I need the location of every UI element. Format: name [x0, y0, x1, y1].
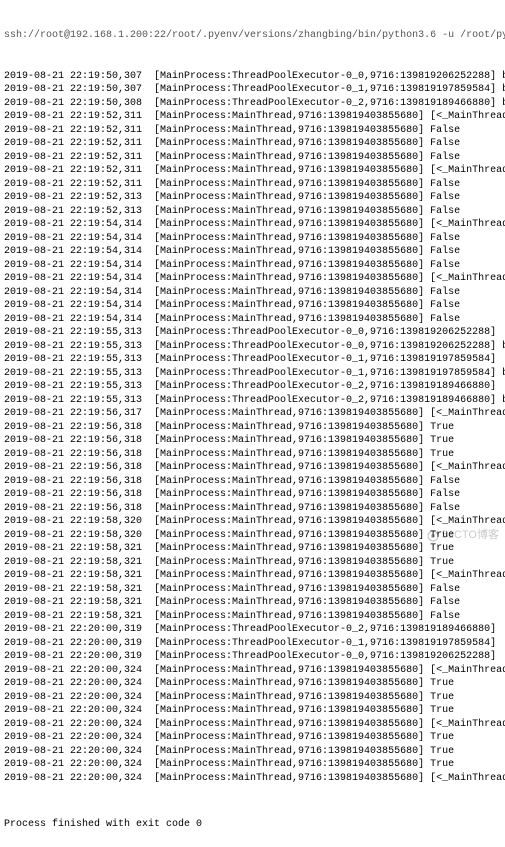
watermark-text: 51CTO博客: [442, 528, 499, 543]
log-line: 2019-08-21 22:19:55,313 [MainProcess:Thr…: [4, 353, 501, 367]
log-line: 2019-08-21 22:19:54,314 [MainProcess:Mai…: [4, 286, 501, 300]
console-output: ssh://root@192.168.1.200:22/root/.pyenv/…: [0, 0, 505, 847]
log-line: 2019-08-21 22:19:58,320 [MainProcess:Mai…: [4, 515, 501, 529]
log-line: 2019-08-21 22:19:54,314 [MainProcess:Mai…: [4, 218, 501, 232]
log-line: 2019-08-21 22:19:58,321 [MainProcess:Mai…: [4, 569, 501, 583]
log-line: 2019-08-21 22:19:58,321 [MainProcess:Mai…: [4, 583, 501, 597]
log-line: 2019-08-21 22:19:52,311 [MainProcess:Mai…: [4, 164, 501, 178]
log-line: 2019-08-21 22:19:55,313 [MainProcess:Thr…: [4, 380, 501, 394]
log-line: 2019-08-21 22:20:00,319 [MainProcess:Thr…: [4, 637, 501, 651]
log-line: 2019-08-21 22:20:00,319 [MainProcess:Thr…: [4, 650, 501, 664]
exit-message: Process finished with exit code 0: [4, 818, 501, 832]
watermark: 51CTO博客: [427, 528, 499, 543]
log-line: 2019-08-21 22:19:56,318 [MainProcess:Mai…: [4, 502, 501, 516]
log-line: 2019-08-21 22:19:55,313 [MainProcess:Thr…: [4, 326, 501, 340]
log-line: 2019-08-21 22:20:00,324 [MainProcess:Mai…: [4, 758, 501, 772]
log-line: 2019-08-21 22:20:00,324 [MainProcess:Mai…: [4, 704, 501, 718]
log-line: 2019-08-21 22:20:00,324 [MainProcess:Mai…: [4, 677, 501, 691]
log-line: 2019-08-21 22:19:56,318 [MainProcess:Mai…: [4, 488, 501, 502]
log-line: 2019-08-21 22:20:00,319 [MainProcess:Thr…: [4, 623, 501, 637]
log-line: 2019-08-21 22:20:00,324 [MainProcess:Mai…: [4, 772, 501, 786]
log-line: 2019-08-21 22:20:00,324 [MainProcess:Mai…: [4, 664, 501, 678]
log-line: 2019-08-21 22:19:50,307 [MainProcess:Thr…: [4, 70, 501, 84]
log-line: 2019-08-21 22:19:52,311 [MainProcess:Mai…: [4, 137, 501, 151]
log-line: 2019-08-21 22:19:54,314 [MainProcess:Mai…: [4, 299, 501, 313]
log-line: 2019-08-21 22:19:56,318 [MainProcess:Mai…: [4, 421, 501, 435]
log-line: 2019-08-21 22:19:52,311 [MainProcess:Mai…: [4, 124, 501, 138]
log-line: 2019-08-21 22:19:54,314 [MainProcess:Mai…: [4, 313, 501, 327]
log-line: 2019-08-21 22:19:54,314 [MainProcess:Mai…: [4, 245, 501, 259]
log-line: 2019-08-21 22:19:52,311 [MainProcess:Mai…: [4, 151, 501, 165]
log-line: 2019-08-21 22:19:55,313 [MainProcess:Thr…: [4, 340, 501, 354]
log-line: 2019-08-21 22:19:56,318 [MainProcess:Mai…: [4, 448, 501, 462]
log-line: 2019-08-21 22:19:56,317 [MainProcess:Mai…: [4, 407, 501, 421]
log-line: 2019-08-21 22:20:00,324 [MainProcess:Mai…: [4, 731, 501, 745]
log-line: 2019-08-21 22:19:58,321 [MainProcess:Mai…: [4, 556, 501, 570]
log-line: 2019-08-21 22:19:50,307 [MainProcess:Thr…: [4, 83, 501, 97]
log-line: 2019-08-21 22:19:56,318 [MainProcess:Mai…: [4, 461, 501, 475]
log-container: 2019-08-21 22:19:50,307 [MainProcess:Thr…: [4, 70, 501, 786]
log-line: 2019-08-21 22:19:52,311 [MainProcess:Mai…: [4, 178, 501, 192]
log-line: 2019-08-21 22:19:52,311 [MainProcess:Mai…: [4, 110, 501, 124]
log-line: 2019-08-21 22:19:54,314 [MainProcess:Mai…: [4, 232, 501, 246]
log-line: 2019-08-21 22:19:58,321 [MainProcess:Mai…: [4, 596, 501, 610]
log-line: 2019-08-21 22:19:50,308 [MainProcess:Thr…: [4, 97, 501, 111]
log-line: 2019-08-21 22:19:54,314 [MainProcess:Mai…: [4, 259, 501, 273]
log-line: 2019-08-21 22:19:55,313 [MainProcess:Thr…: [4, 367, 501, 381]
log-line: 2019-08-21 22:20:00,324 [MainProcess:Mai…: [4, 745, 501, 759]
log-line: 2019-08-21 22:19:52,313 [MainProcess:Mai…: [4, 205, 501, 219]
log-line: 2019-08-21 22:19:55,313 [MainProcess:Thr…: [4, 394, 501, 408]
log-line: 2019-08-21 22:19:56,318 [MainProcess:Mai…: [4, 434, 501, 448]
watermark-icon: [427, 530, 439, 542]
log-line: 2019-08-21 22:19:54,314 [MainProcess:Mai…: [4, 272, 501, 286]
log-line: 2019-08-21 22:20:00,324 [MainProcess:Mai…: [4, 718, 501, 732]
log-line: 2019-08-21 22:19:56,318 [MainProcess:Mai…: [4, 475, 501, 489]
log-line: 2019-08-21 22:20:00,324 [MainProcess:Mai…: [4, 691, 501, 705]
log-line: 2019-08-21 22:19:58,321 [MainProcess:Mai…: [4, 610, 501, 624]
command-header: ssh://root@192.168.1.200:22/root/.pyenv/…: [4, 29, 501, 43]
log-line: 2019-08-21 22:19:52,313 [MainProcess:Mai…: [4, 191, 501, 205]
